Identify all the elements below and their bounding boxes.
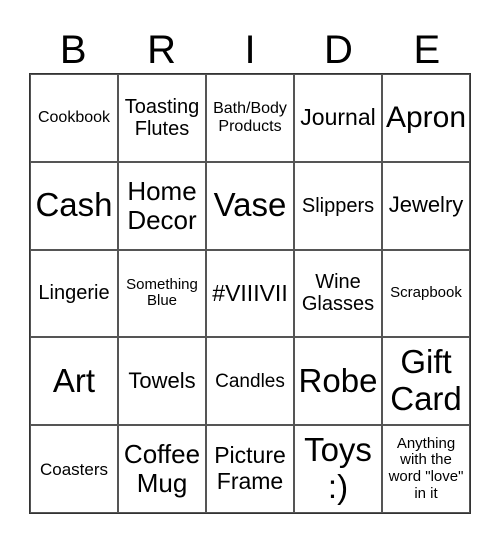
bingo-cell[interactable]: Picture Frame [206, 425, 294, 513]
bingo-cell[interactable]: Home Decor [118, 161, 206, 250]
bingo-cell[interactable]: Lingerie [30, 249, 118, 338]
bingo-cell[interactable]: Robe [294, 337, 382, 426]
bingo-cell[interactable]: Candles [206, 337, 294, 426]
bingo-cell[interactable]: Art [30, 337, 118, 426]
bingo-cell[interactable]: Vase [206, 161, 294, 250]
bingo-cell[interactable]: Cookbook [30, 74, 118, 162]
bingo-cell[interactable]: Slippers [294, 161, 382, 250]
bingo-cell[interactable]: Apron [382, 74, 470, 162]
header-letter-i: I [244, 28, 256, 72]
header-letter-r: R [147, 28, 177, 72]
bingo-cell[interactable]: Something Blue [118, 249, 206, 338]
bingo-cell[interactable]: Jewelry [382, 161, 470, 250]
header-letter-d: D [323, 28, 353, 72]
bingo-cell[interactable]: Cash [30, 161, 118, 250]
bingo-cell[interactable]: Bath/Body Products [206, 74, 294, 162]
bingo-grid: Cookbook Toasting Flutes Bath/Body Produ… [29, 73, 471, 514]
bingo-cell[interactable]: Gift Card [382, 337, 470, 426]
bingo-cell[interactable]: Wine Glasses [294, 249, 382, 338]
bingo-cell[interactable]: Toasting Flutes [118, 74, 206, 162]
bingo-cell[interactable]: Anything with the word "love" in it [382, 425, 470, 513]
bingo-cell[interactable]: Coffee Mug [118, 425, 206, 513]
bingo-cell[interactable]: Toys :) [294, 425, 382, 513]
bingo-cell[interactable]: Journal [294, 74, 382, 162]
bingo-cell[interactable]: Scrapbook [382, 249, 470, 338]
bingo-cell[interactable]: #VIIIVII [206, 249, 294, 338]
header-letter-b: B [59, 28, 87, 72]
header-letter-e: E [413, 28, 441, 72]
bingo-header: B R I D E [29, 28, 471, 73]
bingo-cell[interactable]: Coasters [30, 425, 118, 513]
bingo-cell[interactable]: Towels [118, 337, 206, 426]
